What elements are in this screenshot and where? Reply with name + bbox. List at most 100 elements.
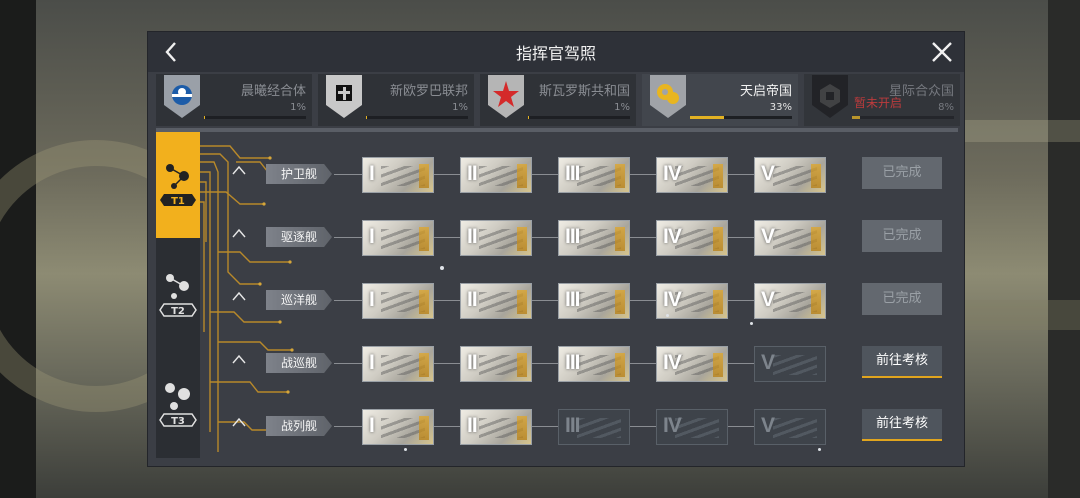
ship-class-row: 护卫舰 I II III IV V 已完成	[148, 154, 964, 194]
star-dot	[818, 448, 821, 451]
ship-level-slot[interactable]: IV	[656, 220, 728, 256]
ship-level-slot[interactable]: III	[558, 409, 630, 445]
level-numeral: IV	[663, 288, 682, 311]
chevron-up-icon	[232, 228, 246, 238]
ship-class-row: 战列舰 I II III IV V 前往考核	[148, 406, 964, 446]
level-numeral: I	[369, 225, 375, 248]
ship-level-slot[interactable]: III	[558, 220, 630, 256]
level-numeral: II	[467, 162, 478, 185]
star-dot	[440, 266, 444, 270]
level-numeral: IV	[663, 414, 682, 437]
ship-level-slot[interactable]: I	[362, 220, 434, 256]
tab-percent: 1%	[452, 102, 468, 113]
ship-level-slot[interactable]: V	[754, 409, 826, 445]
tab-percent: 33%	[769, 102, 792, 113]
ship-level-slot[interactable]: I	[362, 409, 434, 445]
tab-apocalypse-empire[interactable]: 天启帝国 33%	[642, 74, 798, 126]
locked-label: 暂未开启	[854, 96, 903, 110]
tab-label: 新欧罗巴联邦	[389, 84, 468, 99]
close-button[interactable]	[928, 38, 956, 66]
progress-bar	[204, 116, 306, 119]
level-numeral: I	[369, 162, 375, 185]
page-title: 指挥官驾照	[515, 44, 596, 63]
close-icon	[932, 42, 952, 62]
progress-bar	[690, 116, 792, 119]
progress-bar	[366, 116, 468, 119]
completed-button[interactable]: 已完成	[862, 283, 942, 315]
go-exam-button[interactable]: 前往考核	[862, 346, 942, 378]
ship-level-slot[interactable]: II	[460, 220, 532, 256]
ship-level-slot[interactable]: V	[754, 157, 826, 193]
ship-level-slot[interactable]: V	[754, 220, 826, 256]
level-numeral: II	[467, 351, 478, 374]
tab-dawn-union[interactable]: 晨曦经合体 1%	[156, 74, 312, 126]
tab-new-europa[interactable]: 新欧罗巴联邦 1%	[318, 74, 474, 126]
go-exam-button[interactable]: 前往考核	[862, 409, 942, 441]
level-numeral: II	[467, 414, 478, 437]
apocalypse-empire-emblem-icon	[650, 75, 686, 118]
progress-bar	[528, 116, 630, 119]
chevron-up-icon	[232, 291, 246, 301]
level-numeral: I	[369, 414, 375, 437]
new-europa-emblem-icon	[326, 75, 362, 118]
ship-class-label: 战巡舰	[266, 353, 332, 373]
tab-label: 斯瓦罗斯共和国	[538, 84, 630, 99]
ship-level-slot[interactable]: III	[558, 157, 630, 193]
chevron-up-icon	[232, 165, 246, 175]
interstellar-union-emblem-icon	[812, 75, 848, 118]
level-numeral: II	[467, 288, 478, 311]
level-numeral: V	[761, 225, 775, 248]
level-numeral: III	[565, 414, 580, 437]
ship-class-label: 巡洋舰	[266, 290, 332, 310]
ship-class-label: 战列舰	[266, 416, 332, 436]
ship-level-slot[interactable]: IV	[656, 346, 728, 382]
ship-level-slot[interactable]: III	[558, 346, 630, 382]
chevron-up-icon	[232, 417, 246, 427]
star-dot	[404, 448, 407, 451]
ship-level-slot[interactable]: V	[754, 283, 826, 319]
level-numeral: IV	[663, 162, 682, 185]
tab-svaros[interactable]: 斯瓦罗斯共和国 1%	[480, 74, 636, 126]
tab-label: 天启帝国	[739, 84, 792, 99]
ship-level-slot[interactable]: I	[362, 346, 434, 382]
tier-label: T1	[171, 196, 185, 207]
ship-level-slot[interactable]: II	[460, 409, 532, 445]
ship-level-slot[interactable]: IV	[656, 409, 728, 445]
level-numeral: III	[565, 162, 580, 185]
level-numeral: V	[761, 351, 775, 374]
ship-class-row: 驱逐舰 I II III IV V 已完成	[148, 217, 964, 257]
tab-interstellar-union[interactable]: 星际合众国 暂未开启 8%	[804, 74, 960, 126]
ship-level-slot[interactable]: III	[558, 283, 630, 319]
level-numeral: III	[565, 288, 580, 311]
level-numeral: I	[369, 288, 375, 311]
ship-level-slot[interactable]: I	[362, 157, 434, 193]
tab-percent: 1%	[614, 102, 630, 113]
ship-class-row: 战巡舰 I II III IV V 前往考核	[148, 343, 964, 383]
ship-level-slot[interactable]: I	[362, 283, 434, 319]
tab-percent: 1%	[290, 102, 306, 113]
faction-tabs: 晨曦经合体 1% 新欧罗巴联邦 1% 斯瓦罗斯共和国 1% 天启帝国 33% 星…	[156, 74, 960, 126]
ship-class-row: 巡洋舰 I II III IV V 已完成	[148, 280, 964, 320]
level-numeral: III	[565, 351, 580, 374]
tab-percent: 8%	[938, 102, 954, 113]
ship-level-slot[interactable]: II	[460, 346, 532, 382]
ship-class-label: 护卫舰	[266, 164, 332, 184]
progress-bar	[852, 116, 954, 119]
level-numeral: III	[565, 225, 580, 248]
ship-level-slot[interactable]: II	[460, 157, 532, 193]
dawn-union-emblem-icon	[164, 75, 200, 118]
license-panel: 指挥官驾照 晨曦经合体 1% 新欧罗巴联邦 1% 斯瓦罗斯共和国 1% 天启帝国…	[148, 32, 964, 466]
chevron-up-icon	[232, 354, 246, 364]
level-numeral: IV	[663, 225, 682, 248]
star-dot	[750, 322, 753, 325]
ship-level-slot[interactable]: IV	[656, 157, 728, 193]
level-numeral: IV	[663, 351, 682, 374]
ship-level-slot[interactable]: II	[460, 283, 532, 319]
tab-label: 晨曦经合体	[240, 84, 306, 99]
completed-button[interactable]: 已完成	[862, 157, 942, 189]
completed-button[interactable]: 已完成	[862, 220, 942, 252]
level-numeral: V	[761, 288, 775, 311]
panel-header: 指挥官驾照	[148, 32, 964, 72]
ship-level-slot[interactable]: V	[754, 346, 826, 382]
level-numeral: II	[467, 225, 478, 248]
